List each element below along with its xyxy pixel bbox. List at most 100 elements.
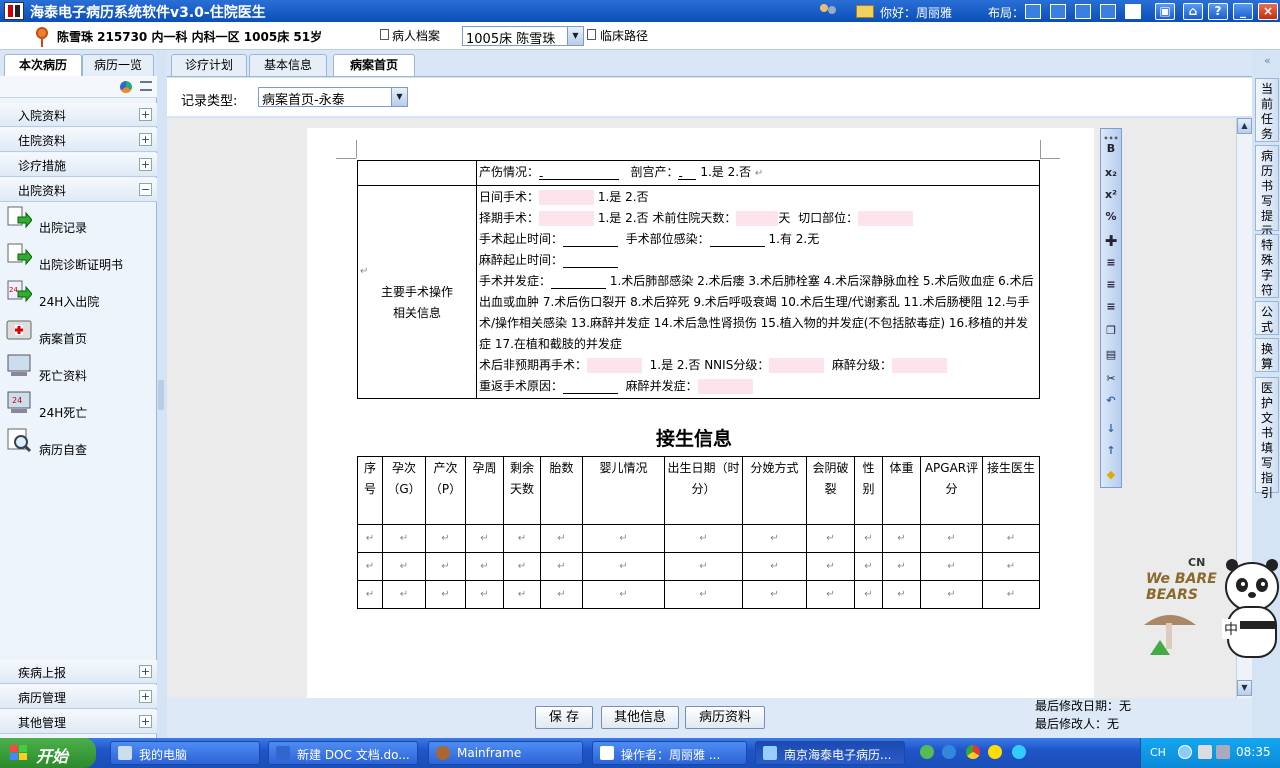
tab-nursing-guide[interactable]: 医护文书填写指引 xyxy=(1255,377,1279,500)
tab-case-front-page[interactable]: 病案首页 xyxy=(333,54,415,76)
tab-record-overview[interactable]: 病历一览 xyxy=(82,54,154,76)
subscript-icon[interactable]: x₂ xyxy=(1103,165,1119,181)
align-center-icon[interactable]: ≡ xyxy=(1103,277,1119,293)
cut-icon[interactable]: ✂ xyxy=(1103,371,1119,387)
nav-case-front-page[interactable]: 病案首页 xyxy=(4,316,154,352)
delivery-field[interactable]: - xyxy=(539,166,620,183)
nav-24h-admission-discharge[interactable]: 24 24H入出院 xyxy=(4,279,154,315)
chevron-down-icon[interactable]: ▼ xyxy=(567,27,583,45)
complication-field[interactable] xyxy=(551,275,607,289)
incision-field[interactable] xyxy=(858,211,914,226)
tab-treatment-plan[interactable]: 诊疗计划 xyxy=(171,54,247,76)
nnis-field[interactable] xyxy=(769,358,825,373)
task-my-computer[interactable]: 我的电脑 xyxy=(110,741,260,765)
op-time-field[interactable] xyxy=(563,233,619,247)
bed-select[interactable]: 1005床 陈雪珠 ▼ xyxy=(462,26,584,47)
align-left-icon[interactable]: ≡ xyxy=(1103,255,1119,271)
table-row[interactable]: ↵ ↵ ↵ ↵ ↵ ↵ ↵ ↵ ↵ ↵ ↵ ↵ ↵ ↵ xyxy=(357,580,1040,609)
lock-icon[interactable]: ▣ xyxy=(1155,3,1175,20)
bold-icon[interactable]: B xyxy=(1103,141,1119,157)
nav-discharge-certificate[interactable]: 出院诊断证明书 xyxy=(4,242,154,278)
table-row[interactable]: ↵ ↵ ↵ ↵ ↵ ↵ ↵ ↵ ↵ ↵ ↵ ↵ ↵ ↵ xyxy=(357,524,1040,553)
day-surgery-field[interactable] xyxy=(539,190,595,205)
network-icon[interactable] xyxy=(1216,745,1230,759)
layout-left-icon[interactable] xyxy=(1075,4,1091,19)
tab-current-record[interactable]: 本次病历 xyxy=(4,54,82,76)
move-down-icon[interactable]: ↓ xyxy=(1103,421,1119,437)
ie-icon[interactable] xyxy=(1012,745,1026,759)
plus-icon[interactable] xyxy=(988,745,1002,759)
minimize-button[interactable]: _ xyxy=(1233,3,1253,20)
record-materials-button[interactable]: 病历资料 xyxy=(685,706,765,729)
keyboard-icon[interactable] xyxy=(1198,745,1212,759)
users-icon[interactable] xyxy=(820,4,838,18)
save-button[interactable]: 保 存 xyxy=(535,706,593,729)
layout-top-icon[interactable] xyxy=(1025,4,1041,19)
list-icon[interactable] xyxy=(140,81,152,91)
copy-icon[interactable]: ❐ xyxy=(1103,323,1119,339)
layout-right-icon[interactable] xyxy=(1100,4,1116,19)
close-button[interactable]: × xyxy=(1258,3,1278,20)
task-mainframe[interactable]: Mainframe xyxy=(428,741,583,765)
input-language[interactable]: CH xyxy=(1150,746,1166,759)
group-disease-report[interactable]: 疾病上报 + xyxy=(0,660,157,684)
group-record-management[interactable]: 病历管理 + xyxy=(0,685,157,709)
browser-icon[interactable] xyxy=(942,745,956,759)
tray-expand-icon[interactable] xyxy=(1178,745,1192,759)
collapse-icon[interactable]: − xyxy=(139,183,152,196)
shield-icon[interactable] xyxy=(920,745,934,759)
nav-self-check[interactable]: 病历自查 xyxy=(4,427,154,463)
sidebar-collapse-handle[interactable] xyxy=(158,380,164,410)
layout-full-icon[interactable] xyxy=(1125,4,1141,19)
expand-icon[interactable]: + xyxy=(139,133,152,146)
move-up-icon[interactable]: ↑ xyxy=(1103,443,1119,459)
expand-icon[interactable]: + xyxy=(139,158,152,171)
tab-special-chars[interactable]: 特殊字符 xyxy=(1255,234,1279,298)
expand-icon[interactable]: + xyxy=(139,715,152,728)
reop-reason-field[interactable] xyxy=(563,380,619,394)
tab-writing-tips[interactable]: 病历书写提示 xyxy=(1255,145,1279,238)
insert-cross-icon[interactable]: ✚ xyxy=(1103,233,1119,249)
help-button[interactable]: ? xyxy=(1208,3,1228,20)
cesarean-field[interactable]: - xyxy=(678,166,697,183)
folder-icon[interactable] xyxy=(856,5,874,18)
layout-bottom-icon[interactable] xyxy=(1050,4,1066,19)
nav-discharge-record[interactable]: 出院记录 xyxy=(4,205,154,241)
tab-formula[interactable]: 公式 xyxy=(1255,301,1279,335)
home-icon[interactable]: ⌂ xyxy=(1183,3,1203,20)
expand-icon[interactable]: + xyxy=(139,108,152,121)
group-other-management[interactable]: 其他管理 + xyxy=(0,710,157,734)
undo-icon[interactable]: ↶ xyxy=(1103,393,1119,409)
patient-archive-link[interactable]: 病人档案 xyxy=(392,27,440,44)
fill-color-icon[interactable]: ◆ xyxy=(1103,467,1119,483)
clinical-path-link[interactable]: 临床路径 xyxy=(600,27,648,44)
color-wheel-icon[interactable] xyxy=(120,81,132,93)
align-right-icon[interactable]: ≡ xyxy=(1103,299,1119,315)
anes-grade-field[interactable] xyxy=(891,358,947,373)
group-admission[interactable]: 入院资料 + xyxy=(0,103,157,127)
percent-icon[interactable]: % xyxy=(1103,209,1119,225)
anes-comp-field[interactable] xyxy=(697,379,753,394)
tab-current-tasks[interactable]: 当前任务 xyxy=(1255,78,1279,142)
group-discharge[interactable]: 出院资料 − xyxy=(0,178,157,202)
scroll-up-icon[interactable]: ▲ xyxy=(1237,118,1252,134)
record-type-select[interactable]: 病案首页-永泰 ▼ xyxy=(258,87,408,108)
task-emr[interactable]: 南京海泰电子病历... xyxy=(755,741,905,765)
chrome-icon[interactable] xyxy=(966,745,980,759)
task-new-doc[interactable]: 新建 DOC 文档.do... xyxy=(268,741,418,765)
expand-left-icon[interactable]: « xyxy=(1264,54,1271,67)
other-info-button[interactable]: 其他信息 xyxy=(601,706,679,729)
nav-24h-death[interactable]: 24 24H死亡 xyxy=(4,390,154,426)
tab-conversion[interactable]: 换算 xyxy=(1255,338,1279,372)
tab-basic-info[interactable]: 基本信息 xyxy=(249,54,327,76)
unplanned-reop-field[interactable] xyxy=(587,358,643,373)
superscript-icon[interactable]: x² xyxy=(1103,187,1119,203)
group-treatment[interactable]: 诊疗措施 + xyxy=(0,153,157,177)
chevron-down-icon[interactable]: ▼ xyxy=(391,88,407,106)
preop-days-field[interactable] xyxy=(736,211,779,226)
expand-icon[interactable]: + xyxy=(139,665,152,678)
op-infection-field[interactable] xyxy=(709,233,765,247)
task-operator[interactable]: 操作者：周丽雅 ... xyxy=(592,741,747,765)
group-hospitalization[interactable]: 住院资料 + xyxy=(0,128,157,152)
scroll-down-icon[interactable]: ▼ xyxy=(1237,680,1252,696)
